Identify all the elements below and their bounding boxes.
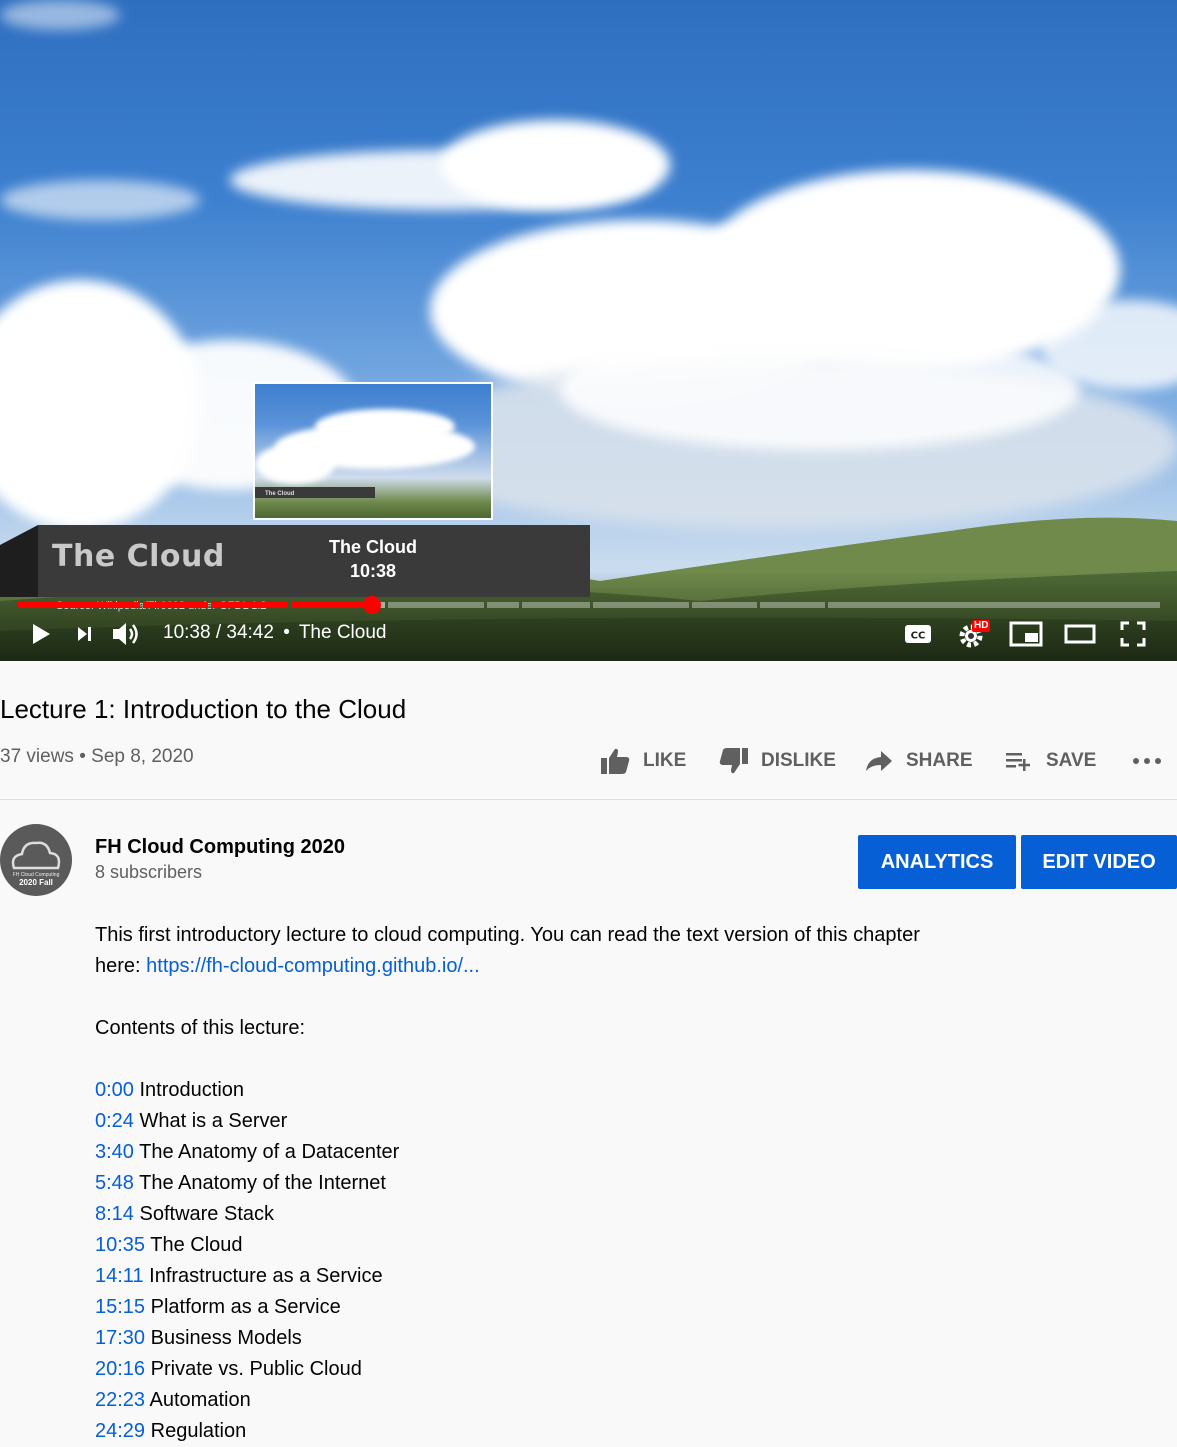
publish-date: Sep 8, 2020 — [91, 746, 194, 767]
chapter-timestamp-link[interactable]: 8:14 — [95, 1203, 134, 1225]
time-elapsed-total: 10:38 / 34:42 — [163, 622, 274, 643]
contents-heading: Contents of this lecture: — [95, 1017, 306, 1039]
chapter-title: The Anatomy of the Internet — [139, 1172, 386, 1194]
video-meta: 37 views • Sep 8, 2020 — [0, 746, 194, 768]
chapter-item: 10:35 The Cloud — [95, 1230, 1095, 1261]
volume-icon — [113, 623, 138, 645]
avatar-text-bottom: 2020 Fall — [19, 878, 53, 887]
captions-icon: CC — [905, 625, 931, 643]
like-label: LIKE — [643, 750, 687, 771]
chapter-timestamp-link[interactable]: 3:40 — [95, 1141, 134, 1163]
play-icon — [33, 624, 50, 644]
chapter-title: Private vs. Public Cloud — [150, 1358, 362, 1380]
seek-tooltip-time: 10:38 — [349, 561, 397, 581]
theater-mode-button[interactable] — [1062, 618, 1098, 650]
chapter-item: 5:48 The Anatomy of the Internet — [95, 1168, 1095, 1199]
chapter-title: The Cloud — [150, 1234, 243, 1256]
theater-icon — [1064, 624, 1096, 644]
miniplayer-icon — [1009, 621, 1043, 647]
chapter-timestamp-link[interactable]: 14:11 — [95, 1265, 144, 1287]
chapter-timestamp-link[interactable]: 22:23 — [95, 1389, 145, 1411]
chapter-timestamp-link[interactable]: 5:48 — [95, 1172, 134, 1194]
playlist-add-icon — [1006, 753, 1030, 771]
more-actions-button[interactable] — [1132, 744, 1174, 778]
description-link-line: here: https://fh-cloud-computing.github.… — [95, 951, 1095, 982]
description-link[interactable]: https://fh-cloud-computing.github.io/... — [146, 955, 480, 977]
chapter-timestamp-link[interactable]: 20:16 — [95, 1358, 145, 1380]
chapter-title: What is a Server — [139, 1110, 288, 1132]
chapter-title: Infrastructure as a Service — [149, 1265, 383, 1287]
chapter-timestamp-link[interactable]: 17:30 — [95, 1327, 145, 1349]
hd-badge: HD — [972, 620, 991, 632]
next-icon — [78, 627, 91, 641]
share-button[interactable]: SHARE — [864, 744, 973, 778]
chapter-title: The Anatomy of a Datacenter — [139, 1141, 400, 1163]
thumbs-up-icon — [601, 748, 630, 774]
share-icon — [866, 751, 892, 771]
chapter-item: 22:23 Automation — [95, 1385, 1095, 1416]
current-chapter-label[interactable]: The Cloud — [299, 622, 387, 643]
seek-preview-thumbnail: The Cloud — [253, 382, 493, 520]
view-count: 37 views — [0, 746, 74, 767]
next-button[interactable] — [70, 618, 98, 650]
chapter-item: 3:40 The Anatomy of a Datacenter — [95, 1137, 1095, 1168]
video-description: This first introductory lecture to cloud… — [95, 920, 1095, 1447]
chapter-timestamp-link[interactable]: 15:15 — [95, 1296, 145, 1318]
chapter-item: 20:16 Private vs. Public Cloud — [95, 1354, 1095, 1385]
like-button[interactable]: LIKE — [600, 744, 686, 778]
chapter-item: 8:14 Software Stack — [95, 1199, 1095, 1230]
dislike-label: DISLIKE — [761, 750, 836, 771]
preview-label: The Cloud — [265, 491, 295, 497]
chapter-list: 0:00 Introduction 0:24 What is a Server 3:… — [95, 1075, 1095, 1447]
progress-bar[interactable] — [18, 602, 1160, 608]
chapter-timestamp-link[interactable]: 0:24 — [95, 1110, 134, 1132]
chapter-title: Software Stack — [139, 1203, 275, 1225]
share-label: SHARE — [906, 750, 973, 771]
video-title: Lecture 1: Introduction to the Cloud — [0, 694, 407, 724]
seek-tooltip-chapter: The Cloud — [329, 537, 417, 557]
fullscreen-icon — [1120, 621, 1146, 647]
chapter-separator: • — [283, 622, 290, 643]
dislike-button[interactable]: DISLIKE — [718, 744, 836, 778]
more-horizontal-icon — [1133, 758, 1161, 764]
svg-text:CC: CC — [911, 631, 926, 642]
thumbs-down-icon — [719, 748, 748, 774]
meta-separator: • — [79, 746, 86, 767]
analytics-button[interactable]: ANALYTICS — [858, 835, 1016, 889]
settings-button[interactable]: HD — [956, 618, 992, 650]
seek-tooltip: The Cloud 10:38 — [253, 535, 493, 583]
play-button[interactable] — [26, 618, 56, 650]
edit-video-button[interactable]: EDIT VIDEO — [1021, 835, 1177, 889]
time-display: 10:38 / 34:42 • The Cloud — [163, 622, 386, 644]
scrubber-handle[interactable] — [363, 596, 381, 614]
video-player[interactable]: The Cloud Source: Wikipedia/Fir0002 unde… — [0, 0, 1177, 661]
captions-button[interactable]: CC — [902, 618, 934, 650]
chapter-item: 14:11 Infrastructure as a Service — [95, 1261, 1095, 1292]
fullscreen-button[interactable] — [1116, 618, 1150, 650]
save-button[interactable]: SAVE — [1004, 744, 1096, 778]
channel-name[interactable]: FH Cloud Computing 2020 — [95, 836, 345, 859]
subscriber-count: 8 subscribers — [95, 862, 203, 882]
chapter-timestamp-link[interactable]: 10:35 — [95, 1234, 145, 1256]
chapter-item: 0:00 Introduction — [95, 1075, 1095, 1106]
chapter-title: Automation — [149, 1389, 251, 1411]
chapter-item: 0:24 What is a Server — [95, 1106, 1095, 1137]
description-link-prefix: here: — [95, 955, 147, 977]
chapter-title: Business Models — [150, 1327, 302, 1349]
chapter-item: 24:29 Regulation — [95, 1416, 1095, 1447]
chapter-title: Platform as a Service — [150, 1296, 341, 1318]
chapter-item: 15:15 Platform as a Service — [95, 1292, 1095, 1323]
miniplayer-button[interactable] — [1008, 618, 1044, 650]
channel-avatar[interactable]: FH Cloud Computing 2020 Fall — [0, 824, 72, 896]
save-label: SAVE — [1046, 750, 1097, 771]
video-banner-title: The Cloud — [52, 539, 225, 574]
divider — [0, 799, 1177, 800]
chapter-timestamp-link[interactable]: 0:00 — [95, 1079, 134, 1101]
chapter-title: Introduction — [139, 1079, 245, 1101]
volume-button[interactable] — [110, 618, 144, 650]
description-intro: This first introductory lecture to cloud… — [95, 924, 920, 946]
chapter-item: 17:30 Business Models — [95, 1323, 1095, 1354]
